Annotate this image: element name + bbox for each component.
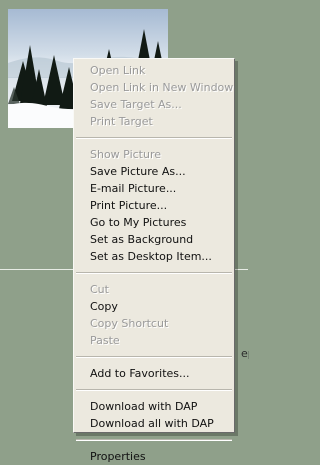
menu-item-properties[interactable]: Properties [74, 448, 234, 465]
menu-group-properties: Properties [74, 448, 234, 465]
menu-group-link: Open Link Open Link in New Window Save T… [74, 62, 234, 130]
menu-item-copy-shortcut[interactable]: Copy Shortcut [74, 315, 234, 332]
menu-item-download-all-with-dap[interactable]: Download all with DAP [74, 415, 234, 432]
menu-item-print-target[interactable]: Print Target [74, 113, 234, 130]
menu-item-save-target-as[interactable]: Save Target As... [74, 96, 234, 113]
menu-group-download: Download with DAP Download all with DAP [74, 398, 234, 432]
menu-item-download-with-dap[interactable]: Download with DAP [74, 398, 234, 415]
context-menu: Open Link Open Link in New Window Save T… [73, 58, 235, 463]
menu-group-picture: Show Picture Save Picture As... E-mail P… [74, 146, 234, 265]
menu-item-paste[interactable]: Paste [74, 332, 234, 349]
menu-separator [76, 389, 232, 391]
menu-separator [76, 272, 232, 274]
menu-item-copy[interactable]: Copy [74, 298, 234, 315]
menu-item-print-picture[interactable]: Print Picture... [74, 197, 234, 214]
menu-item-email-picture[interactable]: E-mail Picture... [74, 180, 234, 197]
menu-group-favorites: Add to Favorites... [74, 365, 234, 382]
menu-item-set-as-desktop-item[interactable]: Set as Desktop Item... [74, 248, 234, 265]
menu-separator [76, 439, 232, 441]
partial-page-text: ep [241, 347, 249, 360]
menu-item-set-as-background[interactable]: Set as Background [74, 231, 234, 248]
menu-separator [76, 137, 232, 139]
menu-item-go-to-my-pictures[interactable]: Go to My Pictures [74, 214, 234, 231]
menu-item-cut[interactable]: Cut [74, 281, 234, 298]
menu-item-show-picture[interactable]: Show Picture [74, 146, 234, 163]
menu-item-open-link[interactable]: Open Link [74, 62, 234, 79]
menu-group-edit: Cut Copy Copy Shortcut Paste [74, 281, 234, 349]
menu-separator [76, 356, 232, 358]
menu-item-save-picture-as[interactable]: Save Picture As... [74, 163, 234, 180]
menu-item-add-to-favorites[interactable]: Add to Favorites... [74, 365, 234, 382]
menu-item-open-link-new-window[interactable]: Open Link in New Window [74, 79, 234, 96]
